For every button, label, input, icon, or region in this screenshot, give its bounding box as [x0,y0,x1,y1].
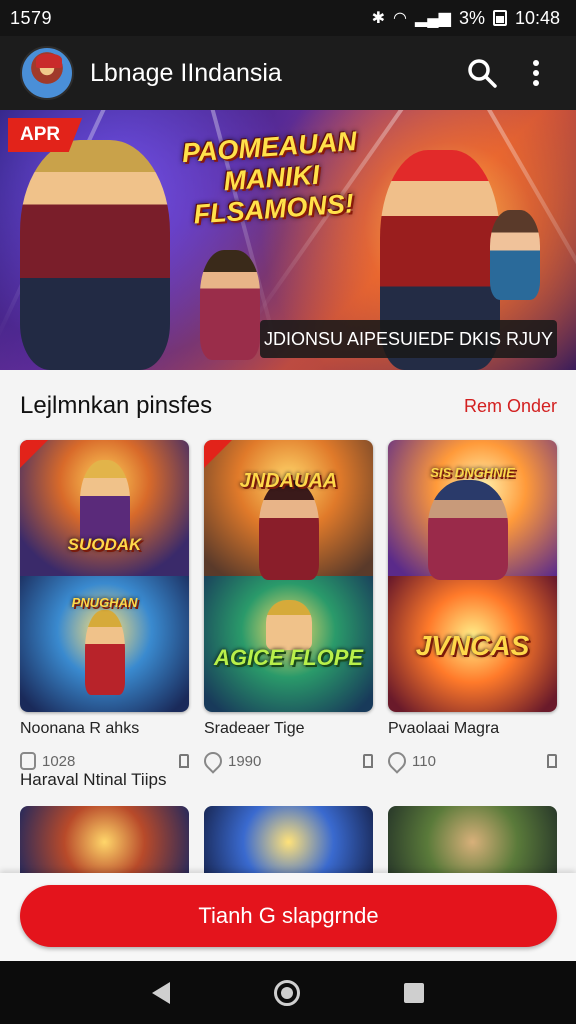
app-title: Lbnage IIndansia [90,58,282,87]
app-bar: Lbnage IIndansia [0,36,576,110]
bookmark-button[interactable] [179,754,189,768]
bookmark-button[interactable] [363,754,373,768]
game-card-meta: 1990 [200,748,373,774]
section-title: Lejlmnkan pinsfes [20,392,213,419]
game-card-meta: 110 [384,748,557,774]
game-card-title: Noonana R ahks [20,720,140,737]
bookmark-icon [363,754,373,768]
hero-left-figure [20,140,170,370]
rating-value: 1990 [228,752,262,770]
back-icon[interactable] [152,981,170,1004]
game-card-meta: 1028 [20,752,189,770]
rating-icon [384,748,410,774]
featured-banner[interactable]: APR PAOMEAUAN MANIKI FLSAMONS! JDIONSU A… [0,110,576,370]
more-options-button[interactable] [516,53,556,93]
section-header: Lejlmnkan pinsfes Rem Onder [20,392,557,420]
rating-icon [20,752,36,770]
rating-icon [200,748,226,774]
rating-value: 1028 [42,752,76,770]
app-screen: 1579 ✱ ◠ ▂▄▆ 3% 10:48 Lbnage IIndansia A… [0,0,576,1024]
game-card-subtitle: Haraval Ntinal Tiips [20,770,167,789]
game-card[interactable]: SIS DNGHNIE JVNCAS Pvaolaai Magra 110 [384,440,557,774]
bottom-cta-zone: Tianh G slapgrnde [0,873,576,961]
bookmark-button[interactable] [547,754,557,768]
more-vert-icon [533,60,539,86]
battery-icon [492,10,507,26]
signal-icon: ▂▄▆ [414,10,451,27]
banner-title: PAOMEAUAN MANIKI FLSAMONS! [180,126,358,230]
game-card-thumbnail[interactable]: JNDAUAA AGICE FLOPE [204,440,373,712]
home-icon[interactable] [274,979,300,1006]
system-nav-bar [0,961,576,1024]
status-time-left: 1579 [10,7,53,28]
hero-small-figure [490,210,540,300]
hero-mid-figure [200,250,260,360]
bookmark-icon [179,754,189,768]
game-card[interactable]: SUODAK PNUGHAN Noonana R ahks 1028 [20,440,189,770]
status-clock: 10:48 [514,7,560,28]
battery-percent: 3% [458,7,485,28]
banner-caption: JDIONSU AIPESUIEDF DKIS RJUY [260,320,557,358]
game-card[interactable]: JNDAUAA AGICE FLOPE Sradeaer Tige 1990 [200,440,373,774]
search-button[interactable] [462,53,502,93]
wifi-icon: ◠ [393,10,407,27]
search-icon [468,59,497,88]
status-bar: 1579 ✱ ◠ ▂▄▆ 3% 10:48 [0,0,576,36]
primary-cta-button[interactable]: Tianh G slapgrnde [20,885,557,947]
section-see-more-link[interactable]: Rem Onder [464,396,557,417]
game-card-title: Pvaolaai Magra [388,720,500,737]
game-card-thumbnail[interactable]: SIS DNGHNIE JVNCAS [388,440,557,712]
bookmark-icon [547,754,557,768]
bluetooth-icon: ✱ [371,10,386,27]
avatar[interactable] [20,46,74,100]
rating-value: 110 [412,752,436,770]
recent-apps-icon[interactable] [404,982,424,1003]
game-card-title: Sradeaer Tige [204,720,305,737]
game-card-thumbnail[interactable]: SUODAK PNUGHAN [20,440,189,712]
